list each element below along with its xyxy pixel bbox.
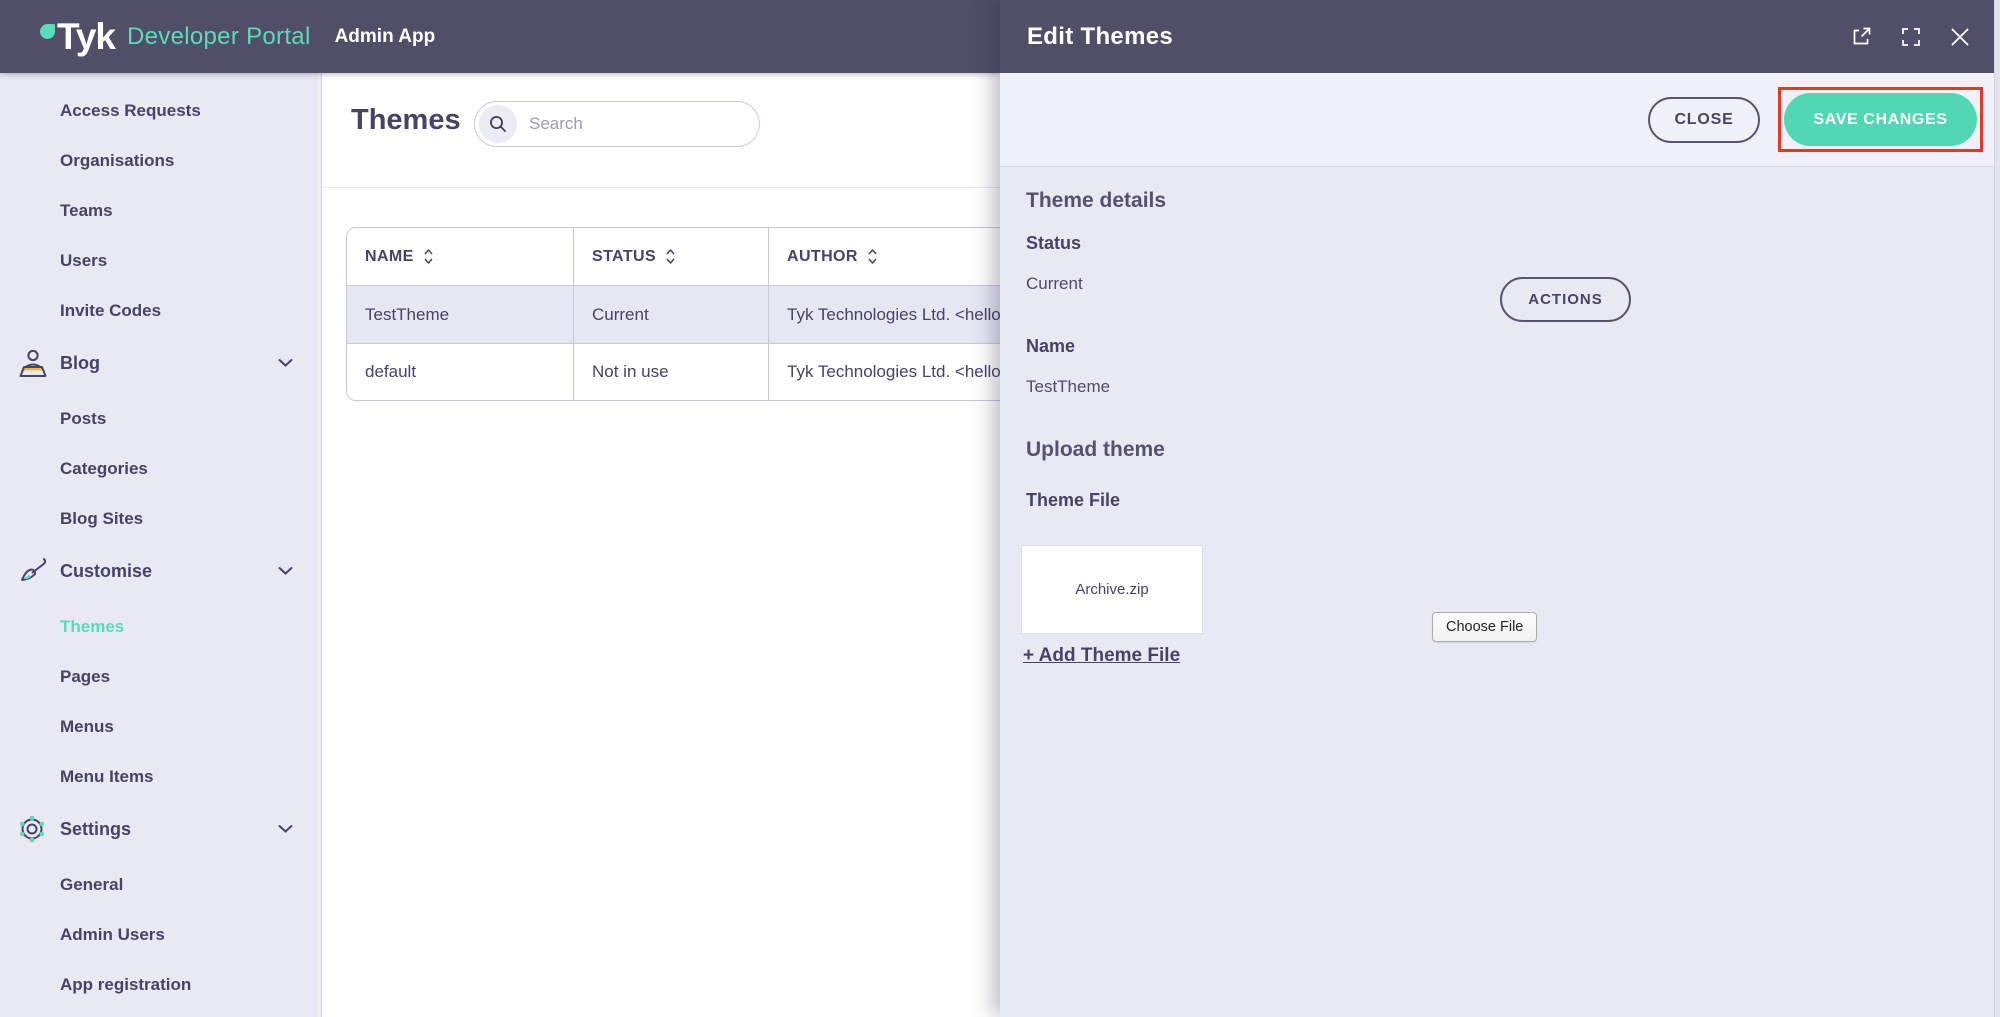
blog-icon [16, 348, 50, 379]
search-input[interactable] [529, 114, 729, 134]
search-icon [490, 116, 506, 132]
paintbrush-icon [16, 555, 48, 587]
theme-file-box: Archive.zip [1021, 545, 1203, 634]
themes-table: NAME STATUS AUTHOR TestTheme Current Tyk… [346, 227, 1046, 401]
open-in-new-icon[interactable] [1851, 26, 1872, 47]
cell-status: Not in use [574, 344, 769, 400]
fullscreen-icon[interactable] [1901, 27, 1921, 47]
drawer-title: Edit Themes [1027, 22, 1173, 50]
page-title: Themes [351, 104, 461, 136]
table-row-testtheme[interactable]: TestTheme Current Tyk Technologies Ltd. … [347, 286, 1045, 343]
sidebar-item-app-registration[interactable]: App registration [0, 960, 321, 1010]
column-header-name[interactable]: NAME [347, 228, 574, 285]
sidebar-item-users[interactable]: Users [0, 236, 321, 286]
close-icon[interactable] [1950, 27, 1970, 47]
cell-status: Current [574, 286, 769, 343]
theme-details-heading: Theme details [1026, 189, 1167, 212]
sidebar-item-organisations[interactable]: Organisations [0, 136, 321, 186]
sidebar-item-invite-codes[interactable]: Invite Codes [0, 286, 321, 336]
sidebar-item-menu-items[interactable]: Menu Items [0, 752, 321, 802]
top-navbar: Tyk Developer Portal Admin App [0, 0, 1000, 73]
app-label: Admin App [334, 25, 436, 47]
chevron-down-icon [278, 567, 293, 576]
drawer-header: Edit Themes [1000, 0, 2000, 73]
sidebar-scrollbar[interactable] [315, 73, 320, 1017]
status-label: Status [1026, 233, 1082, 253]
header-divider [323, 187, 1000, 188]
table-row-default[interactable]: default Not in use Tyk Technologies Ltd.… [347, 343, 1045, 400]
sort-icon [665, 248, 676, 265]
logo-text: Tyk [57, 16, 116, 57]
status-value: Current [1026, 274, 1083, 293]
actions-button[interactable]: ACTIONS [1500, 277, 1631, 322]
sidebar-item-access-requests[interactable]: Access Requests [0, 86, 321, 136]
drawer-action-bar: CLOSE SAVE CHANGES [1000, 73, 2000, 167]
search-box[interactable] [474, 101, 760, 147]
sidebar-item-teams[interactable]: Teams [0, 186, 321, 236]
sidebar-item-blog[interactable]: Blog [0, 338, 321, 388]
sidebar-item-pages[interactable]: Pages [0, 652, 321, 702]
cell-name: default [347, 344, 574, 400]
sort-icon [867, 248, 878, 265]
sidebar-item-admin-users[interactable]: Admin Users [0, 910, 321, 960]
sidebar-item-customise[interactable]: Customise [0, 546, 321, 596]
drawer-scrollbar[interactable] [1994, 0, 2000, 1017]
sort-icon [423, 248, 434, 265]
upload-theme-heading: Upload theme [1026, 438, 1165, 461]
cell-name: TestTheme [347, 286, 574, 343]
tyk-leaf-icon [40, 24, 55, 39]
sidebar-item-general[interactable]: General [0, 860, 321, 910]
logo-subtitle: Developer Portal [127, 22, 311, 50]
sidebar-item-settings[interactable]: Settings [0, 804, 321, 854]
close-button[interactable]: CLOSE [1648, 96, 1760, 143]
name-value: TestTheme [1026, 377, 1111, 396]
chevron-down-icon [278, 359, 293, 368]
name-label: Name [1026, 336, 1076, 356]
column-header-status[interactable]: STATUS [574, 228, 769, 285]
save-annotation-box: SAVE CHANGES [1778, 87, 1983, 152]
sidebar-item-categories[interactable]: Categories [0, 444, 321, 494]
save-changes-button[interactable]: SAVE CHANGES [1784, 93, 1977, 146]
tyk-logo: Tyk Developer Portal Admin App [40, 18, 435, 55]
theme-file-name: Archive.zip [1075, 581, 1149, 598]
choose-file-button[interactable]: Choose File [1432, 612, 1538, 642]
table-header-row: NAME STATUS AUTHOR [347, 228, 1045, 286]
sidebar-item-posts[interactable]: Posts [0, 394, 321, 444]
gear-icon [16, 813, 48, 845]
add-theme-file-link[interactable]: + Add Theme File [1023, 645, 1180, 667]
theme-file-label: Theme File [1026, 490, 1121, 510]
drawer-body: Theme details Status Current ACTIONS Nam… [1000, 167, 2000, 1017]
chevron-down-icon [278, 825, 293, 834]
sidebar-item-blog-sites[interactable]: Blog Sites [0, 494, 321, 544]
edit-themes-drawer: Edit Themes CLOSE SAVE CHANGES Theme det… [1000, 0, 2000, 1017]
sidebar-item-menus[interactable]: Menus [0, 702, 321, 752]
sidebar-item-themes[interactable]: Themes [0, 602, 321, 652]
sidebar: Access Requests Organisations Teams User… [0, 73, 322, 1017]
